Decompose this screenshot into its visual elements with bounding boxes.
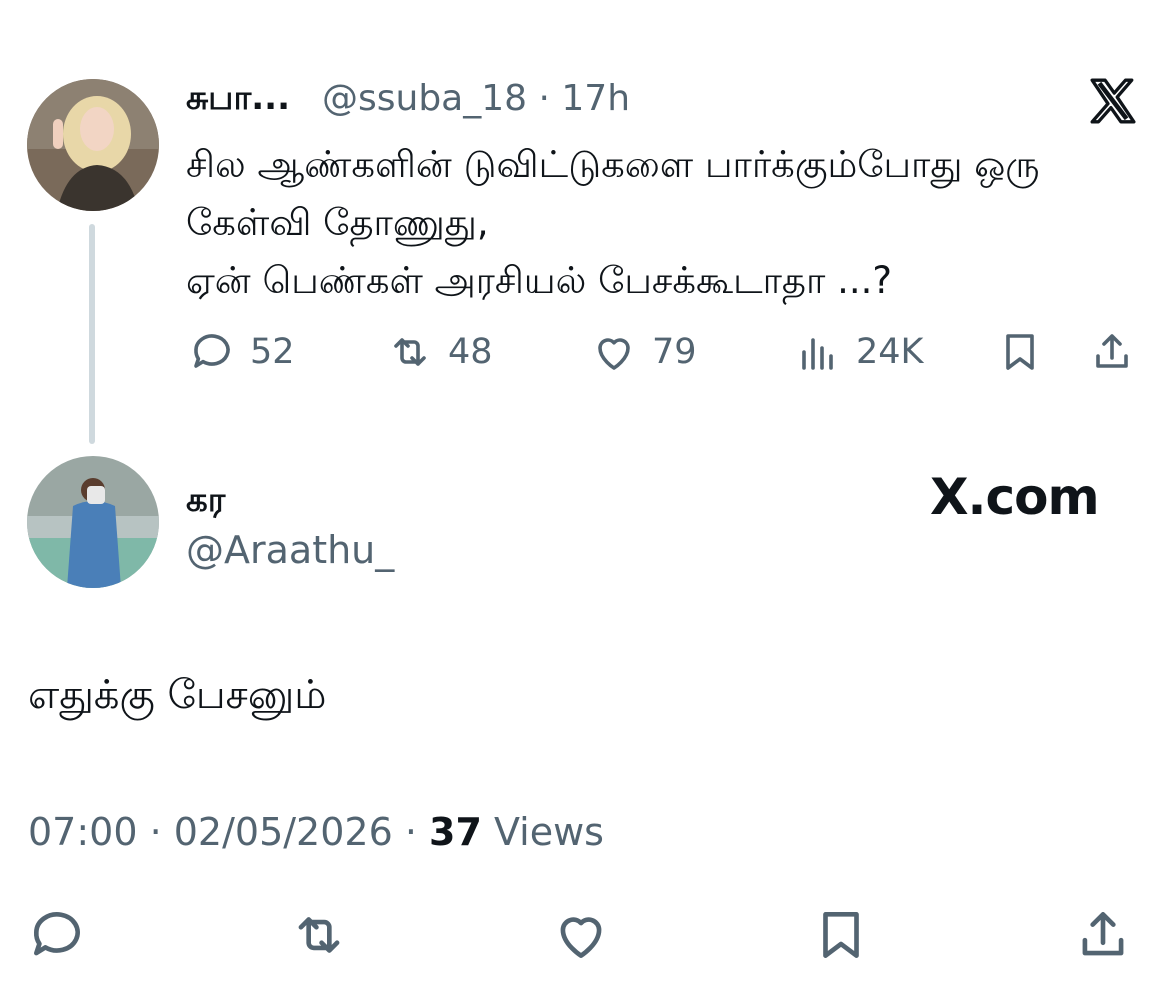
reply-button-bottom[interactable] (26, 904, 88, 970)
views-button[interactable]: 24K (794, 328, 924, 376)
like-button-bottom[interactable] (550, 904, 612, 970)
avatar-araathu[interactable] (27, 456, 159, 588)
reply-author-handle[interactable]: @Araathu_ (186, 528, 394, 572)
avatar-ssuba[interactable] (27, 79, 159, 211)
reply-text: எதுக்கு பேசனும் (28, 672, 327, 718)
views-icon (802, 338, 833, 370)
like-icon (560, 917, 602, 958)
share-icon (1096, 334, 1128, 368)
like-button[interactable]: 79 (590, 328, 697, 376)
x-com-watermark: X.com (930, 468, 1100, 526)
share-icon (1082, 912, 1124, 956)
retweet-count: 48 (448, 332, 493, 372)
author-handle-time[interactable]: @ssuba_18 · 17h (322, 78, 630, 119)
retweet-icon (394, 338, 426, 366)
bookmark-button-bottom[interactable] (810, 904, 872, 970)
reply-button[interactable]: 52 (188, 328, 295, 376)
x-logo-icon[interactable] (1088, 76, 1138, 130)
share-button[interactable] (1088, 328, 1136, 376)
like-count: 79 (652, 332, 697, 372)
author-name[interactable]: சுபா... (186, 78, 290, 122)
view-count: 37 (429, 810, 482, 854)
reply-author-name[interactable]: கர (186, 480, 225, 524)
thread-line (89, 224, 95, 444)
share-button-bottom[interactable] (1072, 904, 1134, 970)
reply-icon (194, 334, 230, 368)
retweet-button[interactable]: 48 (386, 328, 493, 376)
bookmark-icon (823, 912, 859, 958)
views-count: 24K (856, 332, 924, 372)
reply-icon (34, 912, 80, 956)
reply-count: 52 (250, 332, 295, 372)
bookmark-button[interactable] (996, 328, 1044, 376)
retweet-button-bottom[interactable] (288, 904, 350, 970)
retweet-icon (298, 917, 340, 953)
like-icon (598, 338, 630, 370)
views-label: Views (481, 810, 604, 854)
reply-meta: 07:00 · 02/05/2026 · 37 Views (28, 810, 604, 854)
timestamp: 07:00 · 02/05/2026 · (28, 810, 430, 854)
tweet-text: சில ஆண்களின் டுவிட்டுகளை பார்க்கும்போது … (186, 143, 1040, 302)
bookmark-icon (1006, 334, 1034, 370)
